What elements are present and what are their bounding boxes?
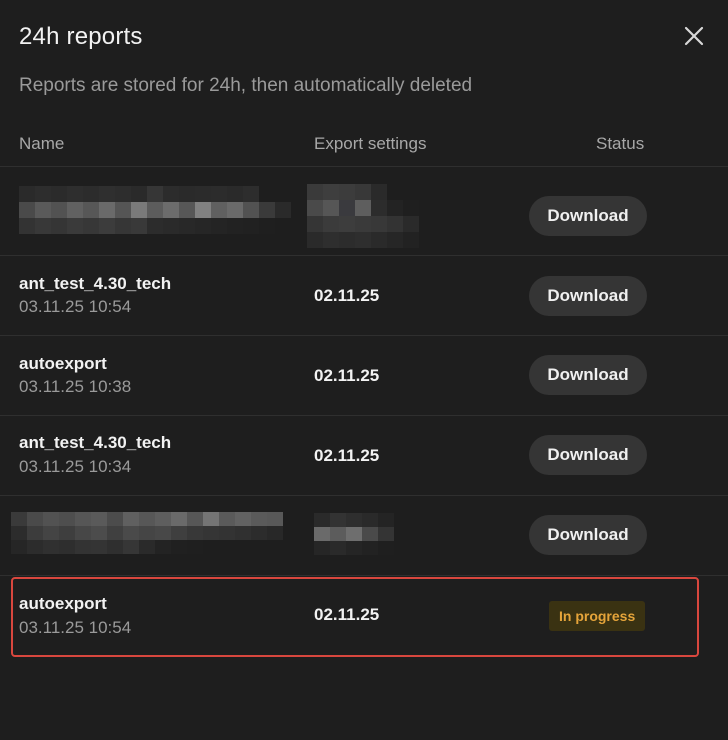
column-header-name: Name	[19, 134, 65, 153]
download-button[interactable]: Download	[529, 355, 647, 395]
report-name: ant_test_4.30_tech	[19, 433, 172, 452]
column-header-status: Status	[596, 134, 645, 153]
download-button[interactable]: Download	[529, 435, 647, 475]
modal-subtitle: Reports are stored for 24h, then automat…	[19, 75, 473, 96]
header-divider	[0, 166, 728, 167]
reports-modal: 24h reports Reports are stored for 24h, …	[0, 0, 728, 740]
export-settings-value: 02.11.25	[314, 366, 380, 385]
download-button[interactable]: Download	[529, 196, 647, 236]
redacted-name	[11, 512, 283, 554]
status-badge: In progress	[549, 601, 646, 631]
redacted-export	[307, 184, 419, 248]
column-header-export-settings: Export settings	[314, 134, 427, 153]
table-row: autoexport 03.11.25 10:38 02.11.25 Downl…	[0, 336, 728, 416]
redacted-name	[19, 186, 291, 234]
export-settings-value: 02.11.25	[314, 446, 380, 465]
table-row: ant_test_4.30_tech 03.11.25 10:34 02.11.…	[0, 416, 728, 496]
download-button[interactable]: Download	[529, 515, 647, 555]
report-date: 03.11.25 10:38	[19, 377, 132, 396]
export-settings-value: 02.11.25	[314, 286, 380, 305]
report-name: autoexport	[19, 594, 107, 613]
report-name: autoexport	[19, 354, 107, 373]
table-row: Download	[0, 176, 728, 256]
export-settings-value: 02.11.25	[314, 605, 380, 624]
redacted-export	[314, 513, 394, 555]
report-date: 03.11.25 10:34	[19, 457, 132, 476]
download-button[interactable]: Download	[529, 276, 647, 316]
table-row: Download	[0, 496, 728, 576]
modal-title: 24h reports	[19, 23, 143, 50]
close-icon	[684, 26, 704, 46]
report-date: 03.11.25 10:54	[19, 618, 132, 637]
report-name: ant_test_4.30_tech	[19, 274, 172, 293]
report-date: 03.11.25 10:54	[19, 297, 132, 316]
table-row: autoexport 03.11.25 10:54 02.11.25 In pr…	[0, 576, 728, 656]
close-button[interactable]	[680, 22, 708, 50]
table-row: ant_test_4.30_tech 03.11.25 10:54 02.11.…	[0, 256, 728, 336]
